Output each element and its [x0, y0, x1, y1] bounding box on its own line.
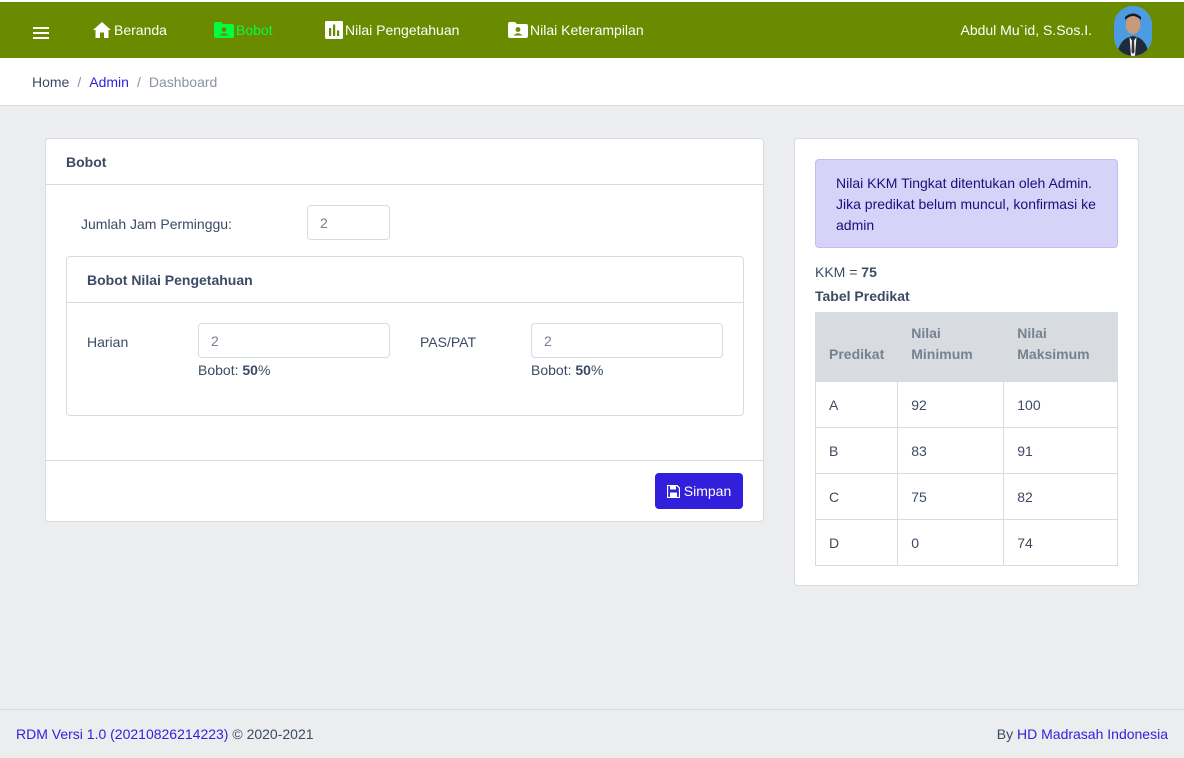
hamburger-menu-icon[interactable] [33, 27, 49, 39]
table-cell: C [814, 473, 899, 520]
kkm-card: Nilai KKM Tingkat ditentukan oleh Admin.… [794, 138, 1139, 586]
harian-input[interactable] [198, 323, 390, 358]
breadcrumb-admin[interactable]: Admin [89, 74, 129, 90]
by-text: By [996, 726, 1018, 742]
save-button-label: Simpan [683, 483, 732, 499]
table-row: B 83 91 [814, 427, 1118, 474]
folder-user-icon [508, 22, 528, 38]
nav-item-label: Beranda [114, 22, 167, 38]
pas-bobot-value: 50 [575, 362, 591, 378]
footer-right: By HD Madrasah Indonesia [997, 726, 1168, 742]
nav-item-label: Nilai Keterampilan [530, 22, 644, 38]
table-cell: 0 [897, 519, 1005, 566]
copyright-text: © 2020-2021 [228, 726, 314, 742]
bobot-card: Bobot Jumlah Jam Perminggu: Bobot Nilai … [45, 138, 764, 522]
column-header: Predikat [814, 312, 899, 382]
user-name[interactable]: Abdul Mu`id, S.Sos.I. [960, 2, 1092, 58]
predikat-table: Predikat Nilai Minimum Nilai Maksimum A … [814, 312, 1118, 566]
bobot-pengetahuan-title: Bobot Nilai Pengetahuan [67, 257, 743, 303]
harian-bobot-suffix: % [257, 362, 271, 378]
pas-pat-bobot-text: Bobot: 50% [531, 362, 603, 378]
breadcrumb-separator: / [136, 73, 141, 90]
nav-item-label: Bobot [236, 22, 273, 38]
column-header: Nilai Maksimum [1003, 312, 1118, 382]
pas-bobot-prefix: Bobot: [531, 362, 576, 378]
table-header-row: Predikat Nilai Minimum Nilai Maksimum [814, 312, 1118, 382]
breadcrumb-dashboard: Dashboard [148, 73, 218, 90]
table-cell: A [814, 381, 899, 428]
kkm-value: 75 [861, 264, 877, 280]
column-header: Nilai Minimum [897, 312, 1005, 382]
kkm-info-alert: Nilai KKM Tingkat ditentukan oleh Admin.… [815, 159, 1118, 248]
breadcrumb: Home / Admin / Dashboard [0, 58, 1184, 106]
table-row: D 0 74 [814, 519, 1118, 566]
kkm-text: KKM = 75 [815, 264, 877, 280]
table-cell: 91 [1003, 427, 1118, 474]
table-row: A 92 100 [814, 381, 1118, 428]
footer-left: RDM Versi 1.0 (20210826214223) © 2020-20… [16, 726, 314, 742]
table-cell: D [814, 519, 899, 566]
kkm-label: KKM = [815, 264, 862, 280]
table-cell: 74 [1003, 519, 1118, 566]
jam-perminggu-label: Jumlah Jam Perminggu: [81, 216, 232, 232]
bobot-pengetahuan-card: Bobot Nilai Pengetahuan Harian Bobot: 50… [66, 256, 744, 416]
table-row: C 75 82 [814, 473, 1118, 520]
harian-bobot-prefix: Bobot: [198, 362, 243, 378]
folder-user-icon [214, 22, 234, 38]
save-icon [666, 484, 680, 498]
table-cell: 75 [897, 473, 1005, 520]
table-cell: 100 [1003, 381, 1118, 428]
nav-item-nilai-keterampilan[interactable]: Nilai Keterampilan [508, 2, 644, 58]
table-cell: 92 [897, 381, 1005, 428]
harian-label: Harian [87, 334, 129, 350]
nav-item-bobot[interactable]: Bobot [214, 2, 273, 58]
top-navbar: Beranda Bobot Nilai Pengetahuan Nilai Ke… [0, 0, 1184, 58]
nav-item-beranda[interactable]: Beranda [92, 2, 167, 58]
table-cell: 82 [1003, 473, 1118, 520]
save-button[interactable]: Simpan [655, 473, 743, 509]
predikat-table-title: Tabel Predikat [815, 288, 910, 304]
breadcrumb-separator: / [77, 73, 82, 90]
bobot-card-footer: Simpan [46, 460, 763, 521]
avatar[interactable] [1114, 6, 1152, 56]
harian-bobot-value: 50 [242, 362, 258, 378]
jam-perminggu-input[interactable] [307, 205, 390, 240]
table-cell: B [814, 427, 899, 474]
nav-item-nilai-pengetahuan[interactable]: Nilai Pengetahuan [325, 2, 459, 58]
harian-bobot-text: Bobot: 50% [198, 362, 270, 378]
bobot-card-title: Bobot [46, 139, 763, 185]
nav-item-label: Nilai Pengetahuan [345, 22, 460, 38]
pas-pat-label: PAS/PAT [420, 334, 477, 350]
pas-pat-input[interactable] [531, 323, 723, 358]
page-footer: RDM Versi 1.0 (20210826214223) © 2020-20… [0, 709, 1184, 758]
pas-bobot-suffix: % [590, 362, 604, 378]
breadcrumb-home[interactable]: Home [32, 74, 69, 90]
bar-chart-icon [325, 21, 343, 39]
home-icon [93, 22, 111, 38]
madrasah-link[interactable]: HD Madrasah Indonesia [1017, 726, 1168, 742]
table-cell: 83 [897, 427, 1005, 474]
version-link[interactable]: RDM Versi 1.0 (20210826214223) [16, 726, 228, 742]
